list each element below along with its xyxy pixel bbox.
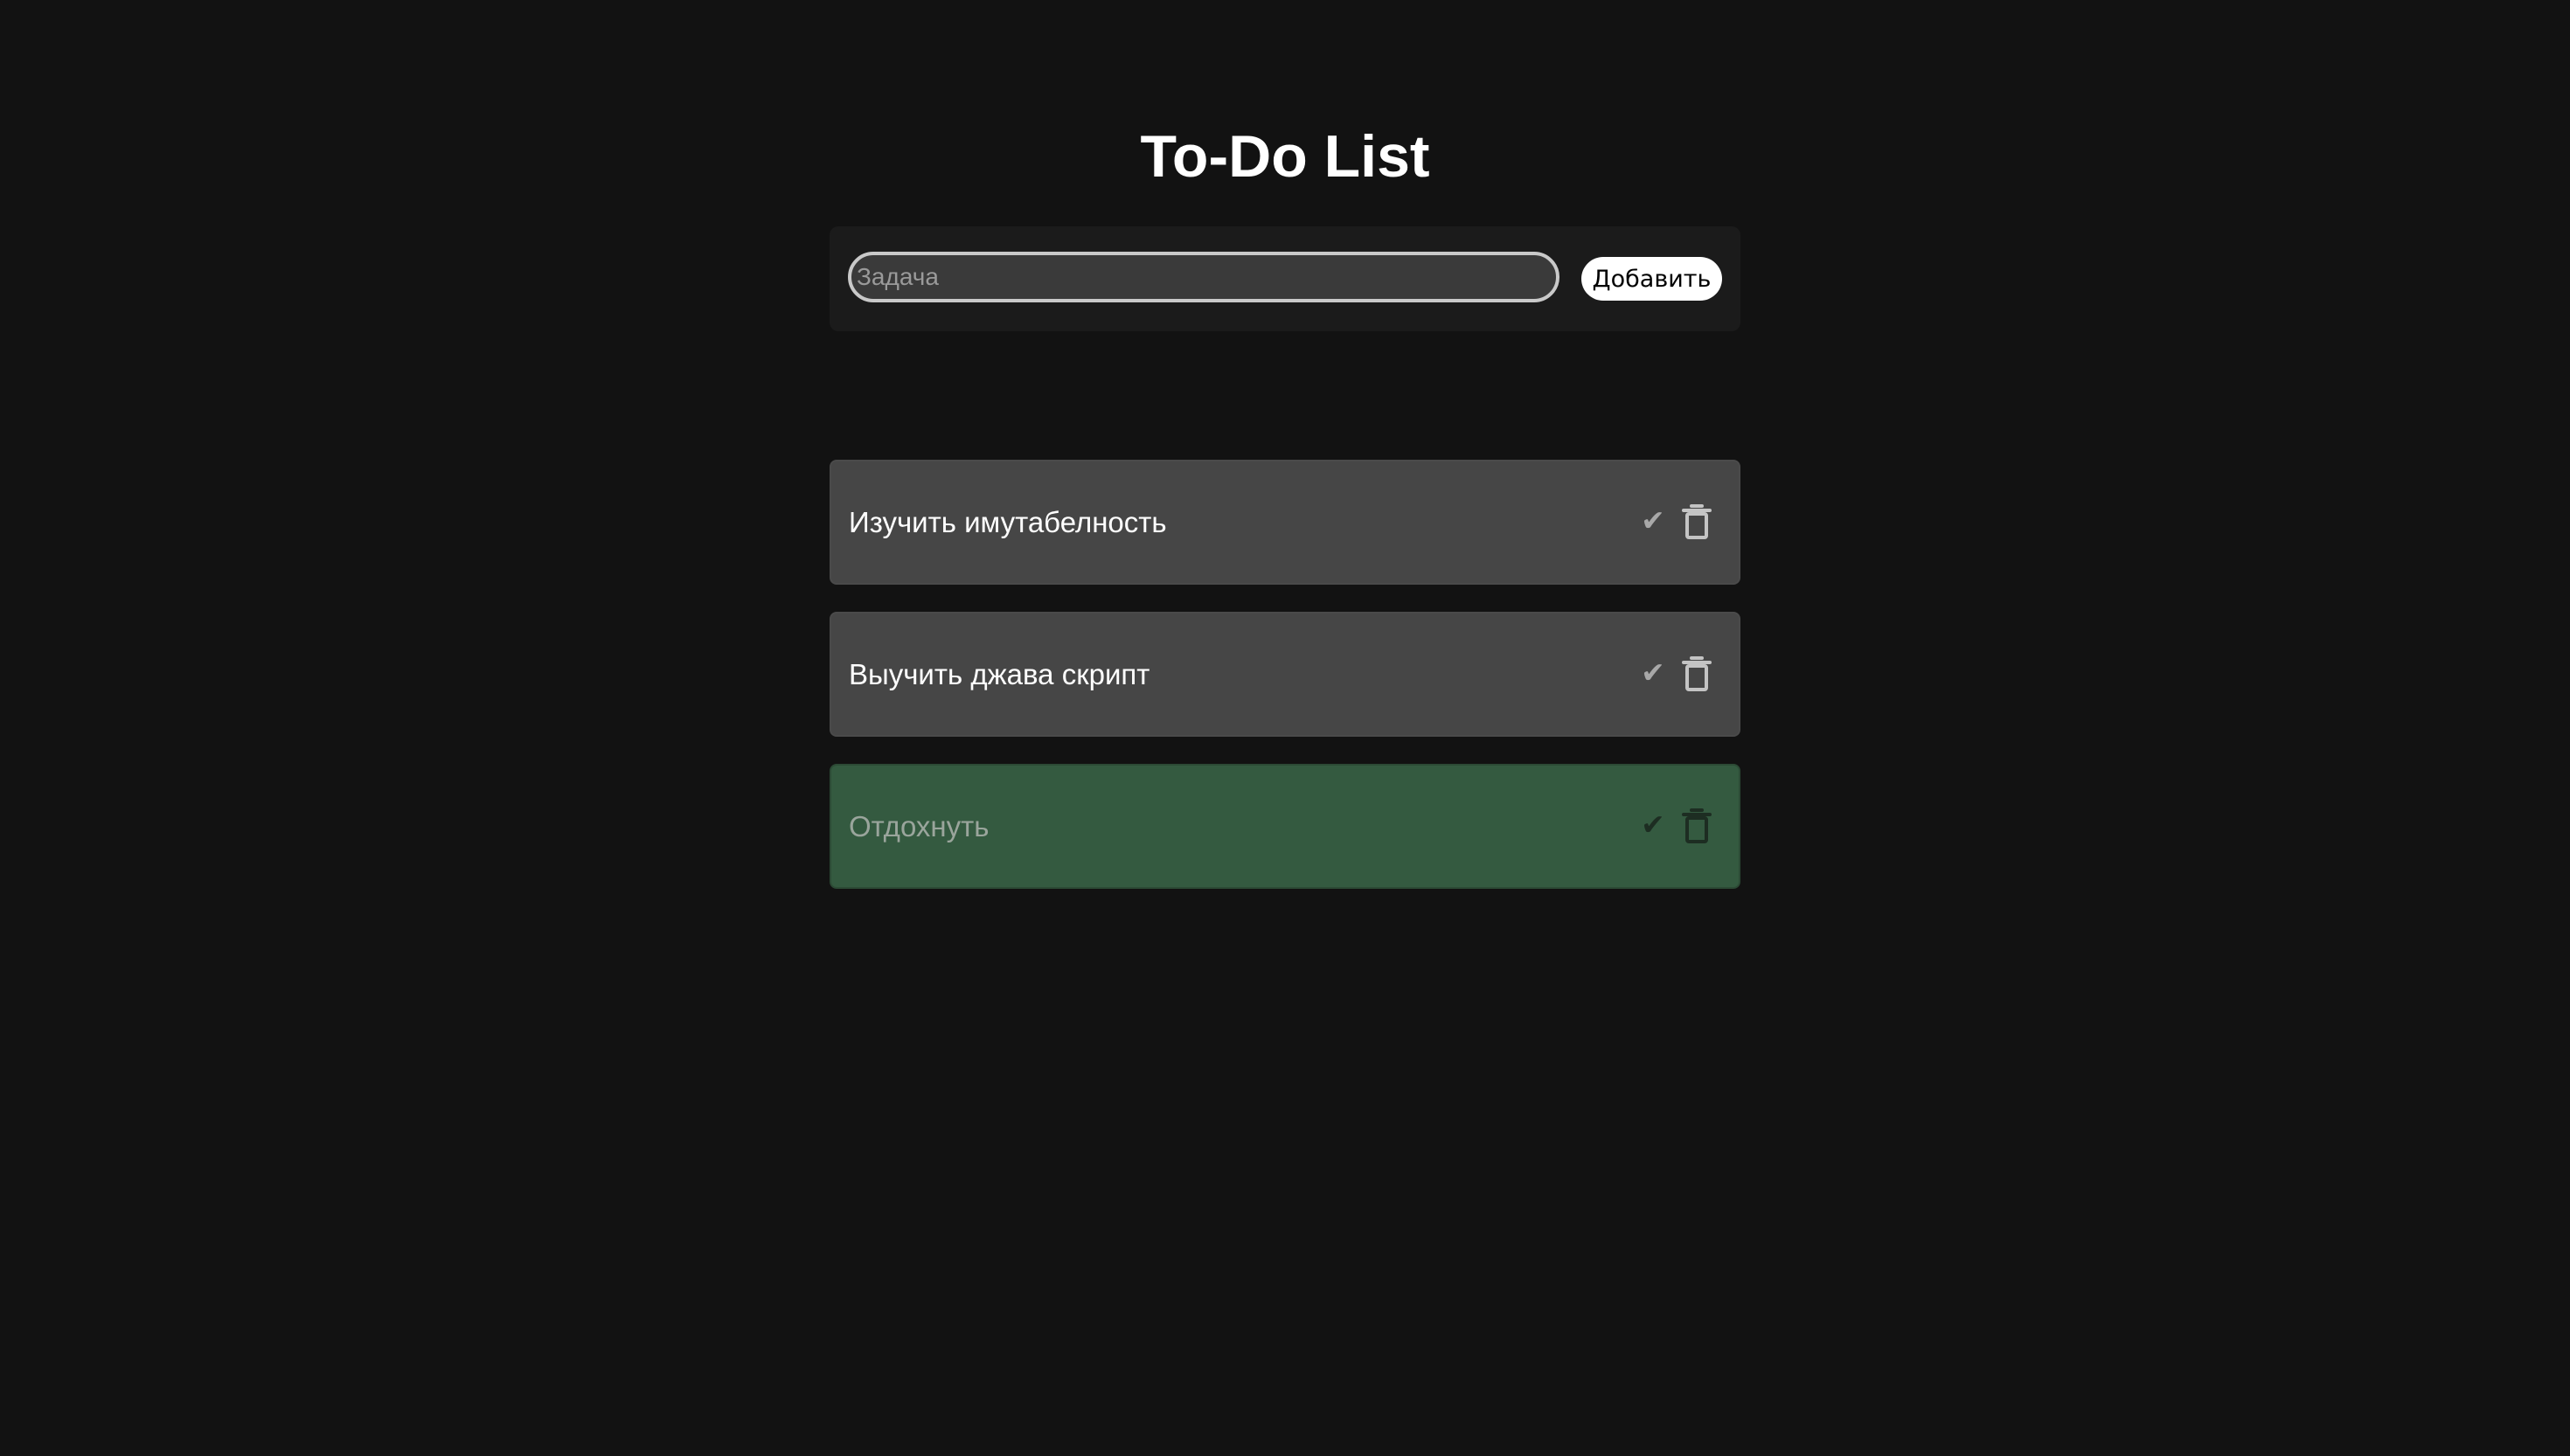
trash-icon[interactable]: [1679, 503, 1714, 542]
task-text[interactable]: Изучить имутабелность: [849, 461, 1167, 583]
trash-icon[interactable]: [1679, 655, 1714, 694]
task-item: Изучить имутабелность ✔: [830, 460, 1740, 585]
task-text[interactable]: Отдохнуть: [849, 766, 989, 887]
trash-icon[interactable]: [1679, 808, 1714, 846]
add-task-form: Добавить: [830, 226, 1740, 331]
check-icon[interactable]: ✔: [1636, 503, 1670, 538]
task-item: Выучить джава скрипт ✔: [830, 612, 1740, 737]
task-text[interactable]: Выучить джава скрипт: [849, 614, 1150, 735]
task-list: Изучить имутабелность ✔ Выучить джава ск…: [830, 460, 1740, 916]
task-item-done: Отдохнуть ✔: [830, 764, 1740, 889]
check-icon[interactable]: ✔: [1636, 655, 1670, 690]
add-button[interactable]: Добавить: [1581, 257, 1722, 301]
task-input[interactable]: [848, 252, 1559, 302]
check-icon[interactable]: ✔: [1636, 808, 1670, 842]
page-title: To-Do List: [1140, 123, 1430, 190]
